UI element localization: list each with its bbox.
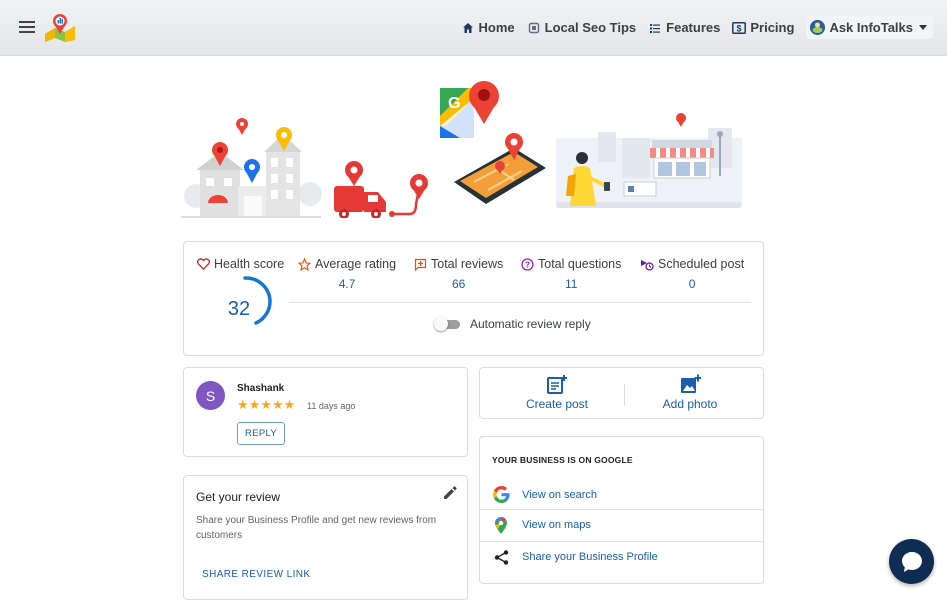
- top-navbar: Home Local Seo Tips Features $ Pricing A…: [0, 0, 947, 56]
- question-icon: ?: [521, 257, 534, 271]
- chat-launcher-button[interactable]: [889, 539, 934, 584]
- metric-scheduled-post-value: 0: [688, 277, 696, 291]
- infotalks-avatar-icon: [810, 20, 826, 35]
- review-date: 11 days ago: [307, 401, 356, 411]
- get-review-card: Get your review Share your Business Prof…: [183, 475, 468, 600]
- review-icon: [414, 258, 427, 271]
- home-icon: [461, 21, 475, 35]
- nav-local-seo-tips[interactable]: Local Seo Tips: [527, 20, 637, 35]
- scheduled-post-icon: [641, 259, 654, 271]
- nav-local-seo-tips-label: Local Seo Tips: [544, 20, 637, 35]
- get-review-description: Share your Business Profile and get new …: [196, 515, 437, 541]
- health-score-label: Health score: [214, 257, 285, 271]
- create-post-button[interactable]: Create post: [497, 374, 617, 411]
- create-post-label: Create post: [525, 397, 589, 411]
- google-maps-logo: G: [440, 81, 499, 138]
- business-on-google-card: YOUR BUSINESS IS ON GOOGLE View on searc…: [479, 436, 764, 584]
- view-on-search-link[interactable]: View on search: [480, 479, 763, 510]
- auto-reply-label: Automatic review reply: [470, 317, 591, 331]
- share-icon: [492, 548, 510, 566]
- metric-total-reviews-value: 66: [451, 277, 466, 291]
- view-on-maps-link[interactable]: View on maps: [480, 509, 763, 540]
- create-post-icon: [547, 375, 567, 394]
- menu-icon[interactable]: [19, 21, 35, 34]
- quick-actions-card: Create post Add photo: [479, 367, 764, 419]
- google-maps-icon: [492, 516, 510, 534]
- metric-total-reviews[interactable]: Total reviews 66: [414, 257, 503, 291]
- dollar-icon: $: [732, 21, 747, 35]
- metric-total-questions[interactable]: ? Total questions 11: [521, 257, 621, 291]
- get-review-title: Get your review: [196, 490, 281, 504]
- metric-average-rating-value: 4.7: [338, 277, 356, 291]
- add-photo-button[interactable]: Add photo: [630, 374, 750, 411]
- stats-card: Health score 32 Average rating 4.7 Total…: [183, 241, 764, 356]
- view-on-maps-label: View on maps: [522, 519, 591, 531]
- metric-scheduled-post[interactable]: Scheduled post 0: [640, 257, 744, 291]
- metric-average-rating-label: Average rating: [315, 257, 397, 271]
- chat-bubble-icon: [901, 551, 922, 572]
- reply-button[interactable]: REPLY: [237, 422, 285, 445]
- star-outline-icon: [298, 257, 311, 271]
- nav-pricing-label: Pricing: [750, 20, 795, 35]
- view-on-search-label: View on search: [522, 488, 598, 501]
- ask-infotalks-dropdown[interactable]: Ask InfoTalks: [806, 16, 933, 39]
- hero-illustration: G: [178, 78, 744, 219]
- share-review-link-button[interactable]: SHARE REVIEW LINK: [202, 569, 311, 580]
- auto-reply-row: Automatic review reply: [434, 317, 591, 331]
- heart-icon: [197, 258, 210, 270]
- svg-text:G: G: [448, 95, 460, 112]
- share-business-profile-link[interactable]: Share your Business Profile: [480, 541, 763, 572]
- storefront-illustration: [556, 113, 742, 208]
- actions-divider: [624, 384, 625, 406]
- reviewer-name: Shashank: [237, 383, 285, 394]
- business-on-google-title: YOUR BUSINESS IS ON GOOGLE: [492, 455, 633, 465]
- add-photo-label: Add photo: [662, 397, 718, 411]
- auto-reply-toggle[interactable]: [434, 317, 462, 331]
- phone-map-illustration: [454, 133, 546, 204]
- health-score-value: 32: [227, 298, 251, 320]
- add-photo-icon: [681, 374, 701, 393]
- edit-pencil-icon[interactable]: [442, 485, 458, 501]
- reviewer-avatar: S: [196, 381, 225, 410]
- list-icon: [648, 21, 662, 35]
- nav-features[interactable]: Features: [648, 20, 720, 35]
- svg-text:$: $: [737, 23, 742, 33]
- app-logo[interactable]: [43, 12, 77, 42]
- truck-illustration: [334, 161, 428, 219]
- stats-divider: [289, 302, 751, 303]
- metric-total-reviews-label: Total reviews: [431, 257, 504, 271]
- share-business-profile-label: Share your Business Profile: [522, 551, 658, 563]
- metric-total-questions-label: Total questions: [538, 257, 622, 271]
- nav-home[interactable]: Home: [461, 20, 515, 35]
- ask-infotalks-label: Ask InfoTalks: [829, 20, 913, 35]
- seo-icon: [527, 21, 541, 35]
- review-stars: ★★★★★: [237, 397, 296, 412]
- svg-text:?: ?: [525, 260, 530, 269]
- nav-pricing[interactable]: $ Pricing: [732, 20, 794, 35]
- chevron-down-icon: [919, 25, 927, 30]
- google-g-icon: [492, 486, 510, 504]
- metric-average-rating[interactable]: Average rating 4.7: [298, 257, 396, 291]
- metric-total-questions-value: 11: [564, 277, 578, 291]
- metric-scheduled-post-label: Scheduled post: [658, 257, 745, 271]
- health-score-label-row: Health score: [197, 257, 284, 271]
- nav-features-label: Features: [666, 20, 721, 35]
- latest-review-card: S Shashank ★★★★★ 11 days ago REPLY: [183, 367, 468, 457]
- nav-home-label: Home: [478, 20, 515, 35]
- city-illustration: [181, 118, 322, 218]
